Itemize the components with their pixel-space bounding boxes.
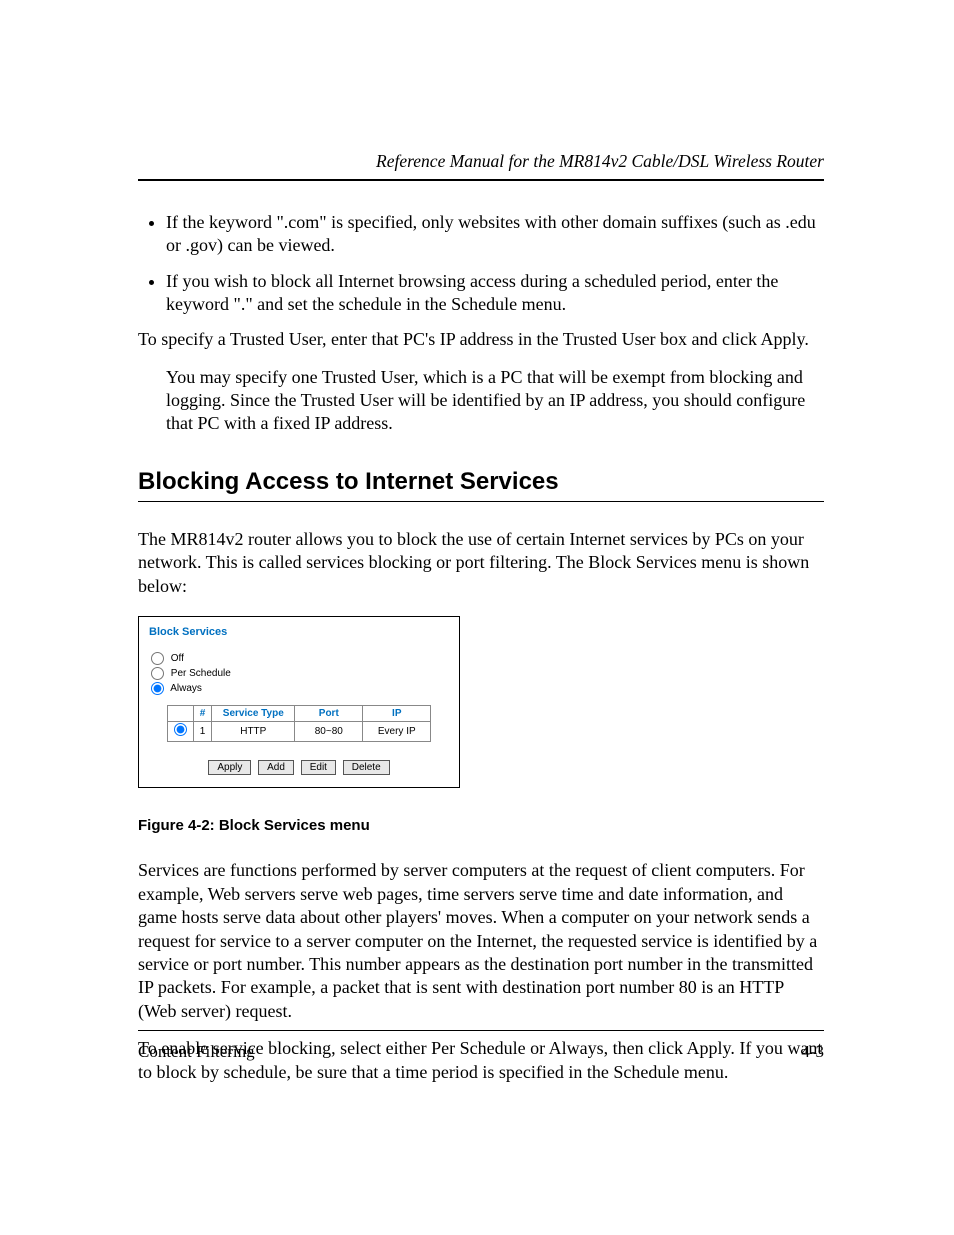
edit-button[interactable]: Edit — [301, 760, 336, 775]
radio-per-schedule[interactable] — [151, 667, 164, 680]
page: Reference Manual for the MR814v2 Cable/D… — [0, 0, 954, 1235]
cell-ip: Every IP — [363, 721, 431, 741]
paragraph-trusted-intro: To specify a Trusted User, enter that PC… — [138, 328, 824, 351]
cell-service-type: HTTP — [212, 721, 295, 741]
table-header-row: # Service Type Port IP — [167, 705, 431, 721]
paragraph-services-intro: The MR814v2 router allows you to block t… — [138, 528, 824, 598]
option-always-label: Always — [170, 683, 202, 694]
add-button[interactable]: Add — [258, 760, 294, 775]
option-per-schedule-label: Per Schedule — [171, 668, 231, 679]
option-always[interactable]: Always — [149, 682, 449, 695]
option-per-schedule[interactable]: Per Schedule — [149, 667, 449, 680]
col-num: # — [193, 705, 212, 721]
col-ip: IP — [363, 705, 431, 721]
figure-caption: Figure 4-2: Block Services menu — [138, 816, 824, 836]
block-services-panel: Block Services Off Per Schedule Always #… — [138, 616, 460, 788]
page-footer: Content Filtering 4-3 — [138, 1030, 824, 1063]
paragraph-services-body: Services are functions performed by serv… — [138, 859, 824, 1023]
footer-rule — [138, 1030, 824, 1031]
panel-buttons: Apply Add Edit Delete — [149, 760, 449, 775]
bullet-item: If you wish to block all Internet browsi… — [166, 270, 824, 317]
option-off[interactable]: Off — [149, 652, 449, 665]
section-rule — [138, 501, 824, 502]
cell-select[interactable] — [167, 721, 193, 741]
col-port: Port — [295, 705, 363, 721]
radio-always[interactable] — [151, 682, 164, 695]
running-header: Reference Manual for the MR814v2 Cable/D… — [138, 150, 824, 173]
bullet-list: If the keyword ".com" is specified, only… — [138, 211, 824, 317]
cell-num: 1 — [193, 721, 212, 741]
services-table: # Service Type Port IP 1 HTTP 80~80 Ever… — [167, 705, 432, 742]
panel-options: Off Per Schedule Always — [149, 652, 449, 695]
paragraph-trusted-detail: You may specify one Trusted User, which … — [166, 366, 824, 436]
apply-button[interactable]: Apply — [208, 760, 251, 775]
table-row[interactable]: 1 HTTP 80~80 Every IP — [167, 721, 431, 741]
cell-port: 80~80 — [295, 721, 363, 741]
footer-left: Content Filtering — [138, 1041, 255, 1063]
row-radio[interactable] — [174, 723, 187, 736]
panel-title: Block Services — [149, 625, 449, 639]
radio-off[interactable] — [151, 652, 164, 665]
footer-right: 4-3 — [801, 1041, 824, 1063]
col-select — [167, 705, 193, 721]
bullet-item: If the keyword ".com" is specified, only… — [166, 211, 824, 258]
section-heading: Blocking Access to Internet Services — [138, 466, 824, 497]
option-off-label: Off — [171, 653, 184, 664]
col-service-type: Service Type — [212, 705, 295, 721]
header-rule — [138, 179, 824, 181]
delete-button[interactable]: Delete — [343, 760, 390, 775]
